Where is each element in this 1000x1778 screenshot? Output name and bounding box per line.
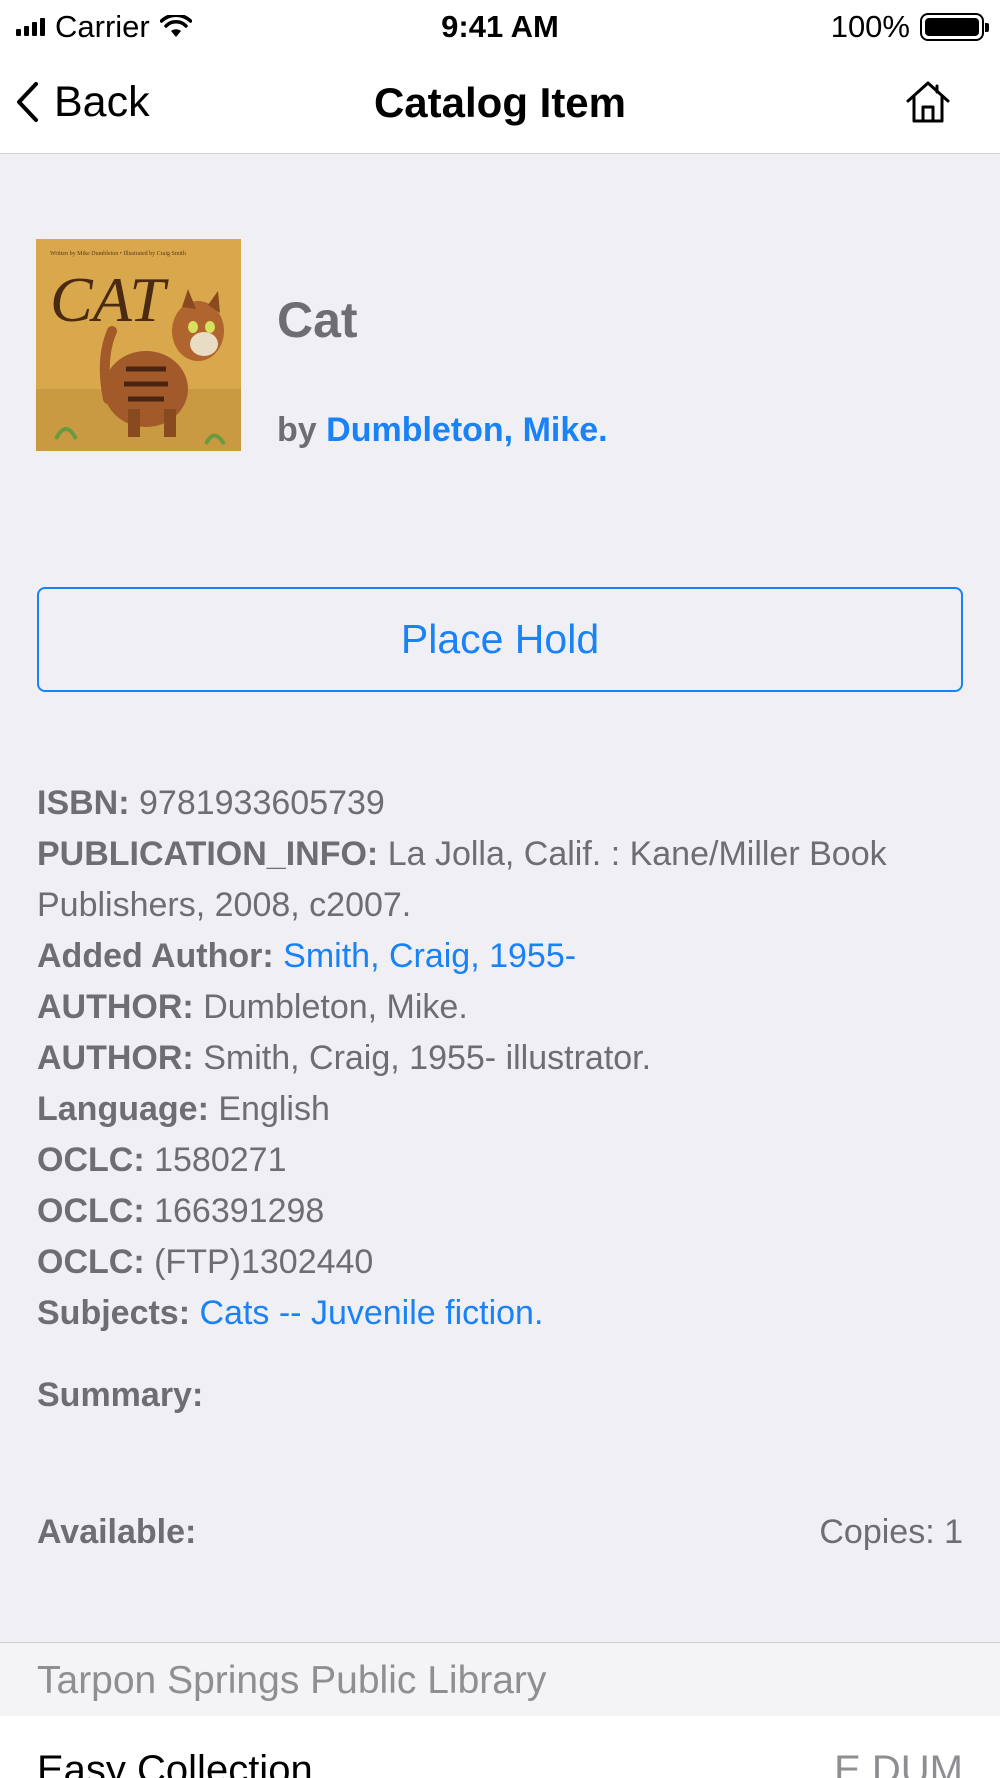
detail-label: Language:	[37, 1090, 209, 1128]
detail-row-author: AUTHOR: Smith, Craig, 1955- illustrator.	[37, 1033, 967, 1084]
status-right: 100%	[830, 8, 989, 46]
detail-value: 166391298	[154, 1192, 325, 1230]
detail-row-subjects: Subjects: Cats -- Juvenile fiction.	[37, 1288, 967, 1339]
detail-label: OCLC:	[37, 1243, 145, 1281]
battery-percentage: 100%	[830, 9, 910, 44]
summary-label: Summary:	[37, 1376, 204, 1414]
book-cover-illustration: Written by Mike Dumbleton • Illustrated …	[36, 239, 241, 451]
detail-label: AUTHOR:	[37, 1039, 194, 1077]
detail-value: 9781933605739	[139, 784, 385, 822]
library-section-header: Tarpon Springs Public Library	[0, 1642, 1000, 1716]
item-byline: by Dumbleton, Mike.	[277, 408, 608, 452]
battery-icon	[920, 13, 989, 41]
item-title: Cat	[277, 292, 358, 348]
detail-row-language: Language: English	[37, 1084, 967, 1135]
detail-label: Subjects:	[37, 1294, 191, 1332]
item-details: ISBN: 9781933605739 PUBLICATION_INFO: La…	[37, 778, 967, 1339]
detail-value: (FTP)1302440	[154, 1243, 374, 1281]
detail-label: Added Author:	[37, 937, 274, 975]
status-bar: Carrier 9:41 AM 100%	[0, 0, 1000, 52]
cover-title: CAT	[50, 264, 169, 335]
author-link[interactable]: Dumbleton, Mike.	[326, 411, 607, 449]
detail-row-publication-info: PUBLICATION_INFO: La Jolla, Calif. : Kan…	[37, 829, 967, 931]
detail-value: English	[218, 1090, 330, 1128]
available-label: Available:	[37, 1513, 197, 1551]
detail-row-added-author: Added Author: Smith, Craig, 1955-	[37, 931, 967, 982]
library-name: Tarpon Springs Public Library	[37, 1659, 547, 1702]
detail-row-oclc: OCLC: (FTP)1302440	[37, 1237, 967, 1288]
detail-row-oclc: OCLC: 166391298	[37, 1186, 967, 1237]
book-cover: Written by Mike Dumbleton • Illustrated …	[36, 239, 241, 451]
detail-value: Smith, Craig, 1955- illustrator.	[203, 1039, 652, 1077]
detail-row-oclc: OCLC: 1580271	[37, 1135, 967, 1186]
detail-value: 1580271	[154, 1141, 287, 1179]
place-hold-button[interactable]: Place Hold	[37, 587, 963, 692]
by-prefix: by	[277, 411, 317, 449]
detail-label: AUTHOR:	[37, 988, 194, 1026]
detail-row-isbn: ISBN: 9781933605739	[37, 778, 967, 829]
detail-label: PUBLICATION_INFO:	[37, 835, 379, 873]
detail-row-author: AUTHOR: Dumbleton, Mike.	[37, 982, 967, 1033]
collection-name: Easy Collection	[37, 1748, 313, 1778]
copies-count: Copies: 1	[819, 1513, 963, 1551]
collection-row[interactable]: Easy Collection E DUM	[0, 1716, 1000, 1778]
home-icon[interactable]	[904, 78, 952, 126]
cover-credit: Written by Mike Dumbleton • Illustrated …	[50, 251, 186, 257]
detail-label: OCLC:	[37, 1192, 145, 1230]
subject-link[interactable]: Cats -- Juvenile fiction.	[200, 1294, 544, 1332]
call-number: E DUM	[834, 1748, 963, 1778]
page-title: Catalog Item	[373, 79, 627, 126]
detail-label: OCLC:	[37, 1141, 145, 1179]
navigation-bar: Back Catalog Item	[0, 52, 1000, 154]
detail-value: Dumbleton, Mike.	[203, 988, 468, 1026]
added-author-link[interactable]: Smith, Craig, 1955-	[283, 937, 576, 975]
detail-label: ISBN:	[37, 784, 130, 822]
